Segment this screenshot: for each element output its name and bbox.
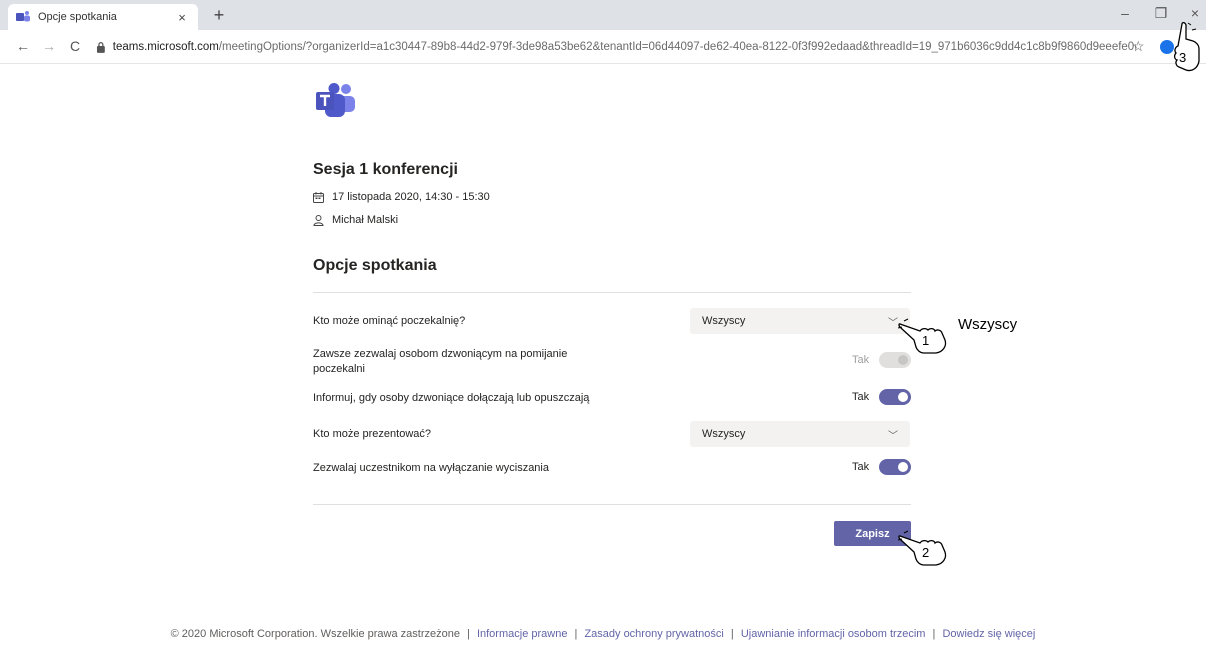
calendar-icon [313,191,324,203]
lobby-bypass-label: Kto może ominąć poczekalnię? [313,315,466,327]
allow-unmute-control: Tak [852,459,912,475]
maximize-icon[interactable]: ❐ [1150,5,1172,22]
section-title: Opcje spotkania [313,257,437,274]
tab-close-icon[interactable]: × [174,10,190,25]
divider-bottom [313,504,911,505]
footer-link-privacy[interactable]: Zasady ochrony prywatności [584,628,723,640]
presenters-dropdown[interactable]: Wszyscy ﹀ [690,421,910,447]
meeting-organizer-row: Michał Malski [313,214,398,226]
footer-separator: | [932,628,936,640]
footer-separator: | [574,628,578,640]
footer-link-legal[interactable]: Informacje prawne [477,628,568,640]
presenters-value: Wszyscy [702,428,746,440]
meeting-title: Sesja 1 konferencji [313,161,458,178]
footer-separator: | [730,628,734,640]
browser-tab[interactable]: Opcje spotkania × [8,4,198,30]
allow-unmute-toggle-label: Tak [852,461,870,473]
url-field[interactable]: teams.microsoft.com/meetingOptions/?orga… [96,36,1136,58]
marker-3: 3 [1179,50,1187,65]
callout-label: Wszyscy [958,316,1018,333]
tab-title: Opcje spotkania [38,11,117,23]
address-bar: ← → C teams.microsoft.com/meetingOptions… [0,30,1206,64]
forward-arrow-icon[interactable]: → [40,38,58,54]
meeting-organizer: Michał Malski [332,214,399,226]
close-window-icon[interactable]: × [1184,5,1206,21]
footer-link-third-party[interactable]: Ujawnianie informacji osobom trzecim [741,628,926,640]
presenters-label: Kto może prezentować? [313,428,432,440]
bookmark-star-icon[interactable]: ☆ [1132,38,1145,55]
lobby-bypass-dropdown[interactable]: Wszyscy ﹀ [690,308,910,334]
meeting-datetime: 17 listopada 2020, 14:30 - 15:30 [332,191,490,203]
person-icon [313,214,324,226]
browser-tab-strip: Opcje spotkania × + – ❐ × [0,0,1206,30]
lobby-bypass-value: Wszyscy [702,315,746,327]
footer-copyright: © 2020 Microsoft Corporation. Wszelkie p… [170,628,460,640]
announce-callers-toggle[interactable] [879,389,912,405]
divider-top [313,292,911,293]
announce-callers-toggle-label: Tak [852,391,870,403]
teams-favicon-icon [16,11,30,22]
footer-separator: | [467,628,470,640]
allow-unmute-label: Zezwalaj uczestnikom na wyłączanie wycis… [313,462,549,474]
chevron-down-icon: ﹀ [888,430,898,442]
announce-callers-label: Informuj, gdy osoby dzwoniące dołączają … [313,392,590,404]
back-arrow-icon[interactable]: ← [14,38,32,54]
new-tab-button[interactable]: + [208,4,230,26]
announce-callers-control: Tak [852,389,912,405]
pointing-hand-icon [1173,22,1200,72]
page-footer: © 2020 Microsoft Corporation. Wszelkie p… [0,628,1206,640]
teams-logo [316,83,355,117]
allow-unmute-toggle[interactable] [879,459,912,475]
lock-icon [96,41,105,53]
chevron-down-icon: ﹀ [888,317,898,329]
url-host: teams.microsoft.com [112,41,219,53]
reload-icon[interactable]: C [66,38,84,54]
marker-1: 1 [922,333,930,348]
minimize-icon[interactable]: – [1114,5,1136,21]
footer-link-learn-more[interactable]: Dowiedz się więcej [942,628,1035,640]
dialin-bypass-toggle-label: Tak [852,354,870,366]
meeting-datetime-row: 17 listopada 2020, 14:30 - 15:30 [313,191,490,203]
marker-2: 2 [922,545,930,560]
dialin-bypass-label: Zawsze zezwalaj osobom dzwoniącym na pom… [313,348,568,375]
url-path: /meetingOptions/?organizerId=a1c30447-89… [218,41,1136,53]
